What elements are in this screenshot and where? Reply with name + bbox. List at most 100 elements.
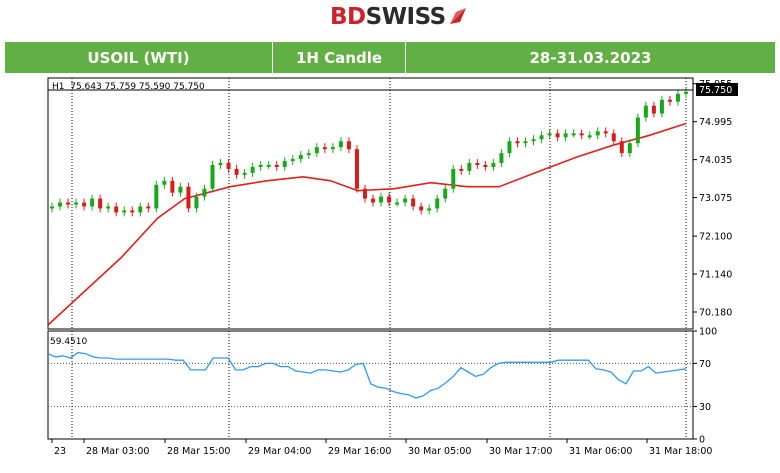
candle-body [499, 153, 504, 163]
candle-body [443, 188, 448, 199]
candle-body [90, 198, 95, 207]
candle-body [274, 164, 279, 167]
candle-body [611, 133, 616, 142]
time-tick-label: 28 Mar 03:00 [86, 446, 149, 457]
candle-body [483, 164, 488, 167]
price-chart: 75.95574.99574.03573.07572.10071.14070.1… [47, 77, 738, 457]
time-tick-label: 30 Mar 05:00 [408, 446, 471, 457]
candle-body [547, 133, 552, 136]
candle-body [523, 141, 528, 144]
price-tick-label: 70.180 [699, 308, 732, 319]
candle-body [427, 208, 432, 211]
candle-body [603, 131, 608, 134]
candle-body [667, 99, 672, 102]
candle-body [491, 162, 496, 167]
candle-body [635, 117, 640, 144]
candle-body [651, 105, 656, 114]
candle [210, 161, 215, 193]
candle-body [194, 196, 199, 209]
candle-body [362, 188, 367, 199]
price-tick-label: 72.100 [699, 232, 732, 243]
candle-body [395, 202, 400, 205]
time-axis: 23 28 Mar 03:00 28 Mar 15:00 29 Mar 04:00 29… [51, 439, 712, 457]
candle-body [234, 168, 239, 175]
candle-body [587, 135, 592, 138]
candle-body [579, 133, 584, 136]
candle-body [314, 147, 319, 154]
candle [354, 145, 359, 193]
candle-body [531, 139, 536, 142]
candle-body [539, 135, 544, 140]
candle-body [186, 186, 191, 209]
candle [451, 164, 456, 193]
price-tick-label: 74.995 [699, 117, 732, 128]
candle-body [290, 159, 295, 162]
candle-body [250, 166, 255, 173]
candle-body [114, 206, 119, 213]
price-tick-label: 73.075 [699, 193, 732, 204]
candle-body [202, 188, 207, 197]
candle-body [154, 184, 159, 209]
oscillator-tick-label: 100 [699, 327, 717, 338]
price-axis: 75.95574.99574.03573.07572.10071.14070.1… [693, 79, 732, 319]
candle-body [571, 133, 576, 136]
candle-body [684, 91, 688, 94]
candle-body [675, 93, 680, 102]
candle-body [475, 162, 480, 165]
oscillator-tick-label: 0 [699, 435, 705, 446]
candle-body [346, 141, 351, 150]
candle-body [563, 133, 568, 138]
oscillator-tick-label: 70 [699, 359, 711, 370]
candle-body [627, 143, 632, 154]
candle-body [555, 133, 560, 138]
candle-body [387, 196, 392, 203]
candle-body [146, 206, 151, 209]
time-tick-label: 23 [54, 446, 66, 457]
candle-body [210, 164, 215, 189]
candle-body [619, 141, 624, 154]
candle-body [66, 202, 71, 205]
candle-body [435, 198, 440, 209]
candle-body [595, 131, 600, 136]
candle-body [643, 105, 648, 118]
candle-body [130, 210, 135, 213]
candle-body [282, 161, 287, 167]
candle-body [515, 141, 520, 144]
oscillator-panel [47, 330, 694, 440]
candle-body [403, 198, 408, 203]
candle-body [459, 168, 464, 171]
candle-body [82, 202, 87, 207]
candle-body [371, 198, 376, 203]
candle-body [258, 164, 263, 167]
candle [635, 113, 640, 148]
candle-body [451, 168, 456, 189]
time-tick-label: 29 Mar 16:00 [328, 446, 391, 457]
candle-body [178, 186, 183, 193]
candle-body [266, 164, 271, 167]
candle-body [170, 180, 175, 193]
candle-body [74, 202, 79, 205]
candle-body [50, 206, 54, 209]
candle-body [138, 206, 143, 213]
candle-body [330, 147, 335, 150]
candle-body [106, 206, 111, 209]
candle-body [98, 198, 103, 209]
last-price-value: 75.750 [699, 85, 732, 96]
candle [186, 182, 191, 213]
candle-body [507, 141, 512, 154]
candle-body [226, 162, 231, 169]
candle [154, 180, 159, 213]
oscillator-tick-label: 30 [699, 402, 711, 413]
candle-body [58, 202, 63, 207]
price-tick-label: 74.035 [699, 155, 732, 166]
candle-body [242, 172, 247, 175]
candle-body [218, 162, 223, 165]
candle-body [411, 198, 416, 207]
candle-body [467, 162, 472, 171]
price-tick-label: 71.140 [699, 270, 732, 281]
candle-body [122, 210, 127, 213]
candle-body [306, 153, 311, 156]
candle-body [659, 99, 664, 114]
candle-body [338, 141, 343, 148]
oscillator-axis: 100 70 30 0 [693, 327, 717, 446]
